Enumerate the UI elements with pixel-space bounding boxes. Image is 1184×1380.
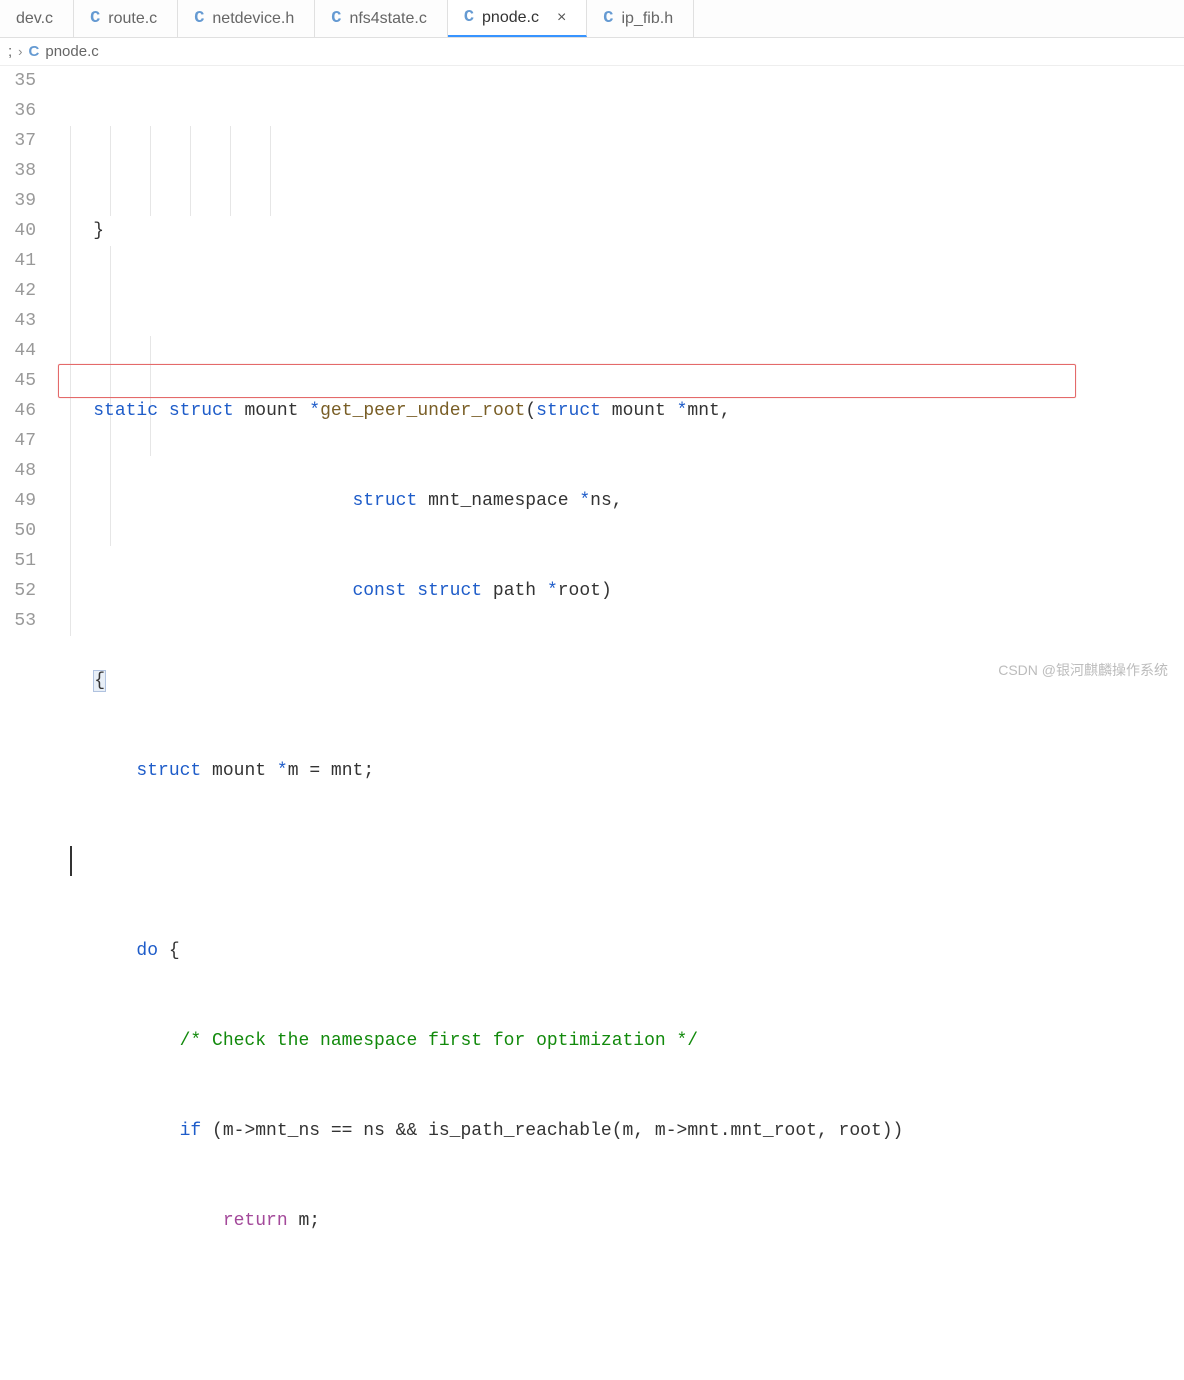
tab-pnode-c[interactable]: C pnode.c × bbox=[448, 0, 587, 37]
line-number: 35 bbox=[0, 66, 36, 96]
code-line: static struct mount *get_peer_under_root… bbox=[50, 396, 1184, 426]
tab-nfs4state-c[interactable]: C nfs4state.c bbox=[315, 0, 448, 37]
c-file-icon: C bbox=[29, 43, 40, 60]
code-line: return m; bbox=[50, 1206, 1184, 1236]
line-number: 52 bbox=[0, 576, 36, 606]
chevron-right-icon: › bbox=[18, 44, 22, 59]
breadcrumb-file[interactable]: pnode.c bbox=[45, 43, 98, 60]
line-number: 42 bbox=[0, 276, 36, 306]
tab-dev-c[interactable]: dev.c bbox=[0, 0, 74, 37]
code-area[interactable]: } static struct mount *get_peer_under_ro… bbox=[50, 66, 1184, 1380]
c-file-icon: C bbox=[194, 9, 204, 28]
code-line: } bbox=[50, 216, 1184, 246]
tab-netdevice-h[interactable]: C netdevice.h bbox=[178, 0, 315, 37]
c-file-icon: C bbox=[464, 8, 474, 27]
line-number: 49 bbox=[0, 486, 36, 516]
line-number: 46 bbox=[0, 396, 36, 426]
code-line bbox=[70, 846, 1184, 876]
code-line: do { bbox=[50, 936, 1184, 966]
line-number: 50 bbox=[0, 516, 36, 546]
line-number: 53 bbox=[0, 606, 36, 636]
tab-label: pnode.c bbox=[482, 9, 539, 27]
line-number: 39 bbox=[0, 186, 36, 216]
line-number: 45 bbox=[0, 366, 36, 396]
code-editor[interactable]: 35 36 37 38 39 40 41 42 43 44 45 46 47 4… bbox=[0, 66, 1184, 1380]
line-number: 36 bbox=[0, 96, 36, 126]
c-file-icon: C bbox=[331, 9, 341, 28]
code-line: struct mount *m = mnt; bbox=[50, 756, 1184, 786]
code-line: /* Check the namespace first for optimiz… bbox=[50, 1026, 1184, 1056]
tab-label: route.c bbox=[108, 10, 157, 28]
tab-label: netdevice.h bbox=[212, 10, 294, 28]
line-number: 38 bbox=[0, 156, 36, 186]
tab-label: dev.c bbox=[16, 10, 53, 28]
code-line bbox=[50, 1296, 1184, 1326]
line-number: 44 bbox=[0, 336, 36, 366]
tab-label: nfs4state.c bbox=[349, 10, 426, 28]
c-file-icon: C bbox=[90, 9, 100, 28]
line-number: 43 bbox=[0, 306, 36, 336]
breadcrumb-sep: ; bbox=[8, 43, 12, 60]
tab-route-c[interactable]: C route.c bbox=[74, 0, 178, 37]
line-number: 40 bbox=[0, 216, 36, 246]
close-icon[interactable]: × bbox=[557, 9, 566, 27]
line-number-gutter: 35 36 37 38 39 40 41 42 43 44 45 46 47 4… bbox=[0, 66, 50, 1380]
c-file-icon: C bbox=[603, 9, 613, 28]
highlight-box bbox=[58, 364, 1076, 398]
line-number: 51 bbox=[0, 546, 36, 576]
code-line: if (m->mnt_ns == ns && is_path_reachable… bbox=[50, 1116, 1184, 1146]
tab-ip-fib-h[interactable]: C ip_fib.h bbox=[587, 0, 694, 37]
code-line bbox=[50, 306, 1184, 336]
tab-bar: dev.c C route.c C netdevice.h C nfs4stat… bbox=[0, 0, 1184, 38]
line-number: 37 bbox=[0, 126, 36, 156]
line-number: 48 bbox=[0, 456, 36, 486]
breadcrumb: ; › C pnode.c bbox=[0, 38, 1184, 66]
line-number: 47 bbox=[0, 426, 36, 456]
watermark: CSDN @银河麒麟操作系统 bbox=[998, 660, 1168, 680]
line-number: 41 bbox=[0, 246, 36, 276]
tab-label: ip_fib.h bbox=[622, 10, 674, 28]
code-line: const struct path *root) bbox=[50, 576, 1184, 606]
code-line: struct mnt_namespace *ns, bbox=[50, 486, 1184, 516]
